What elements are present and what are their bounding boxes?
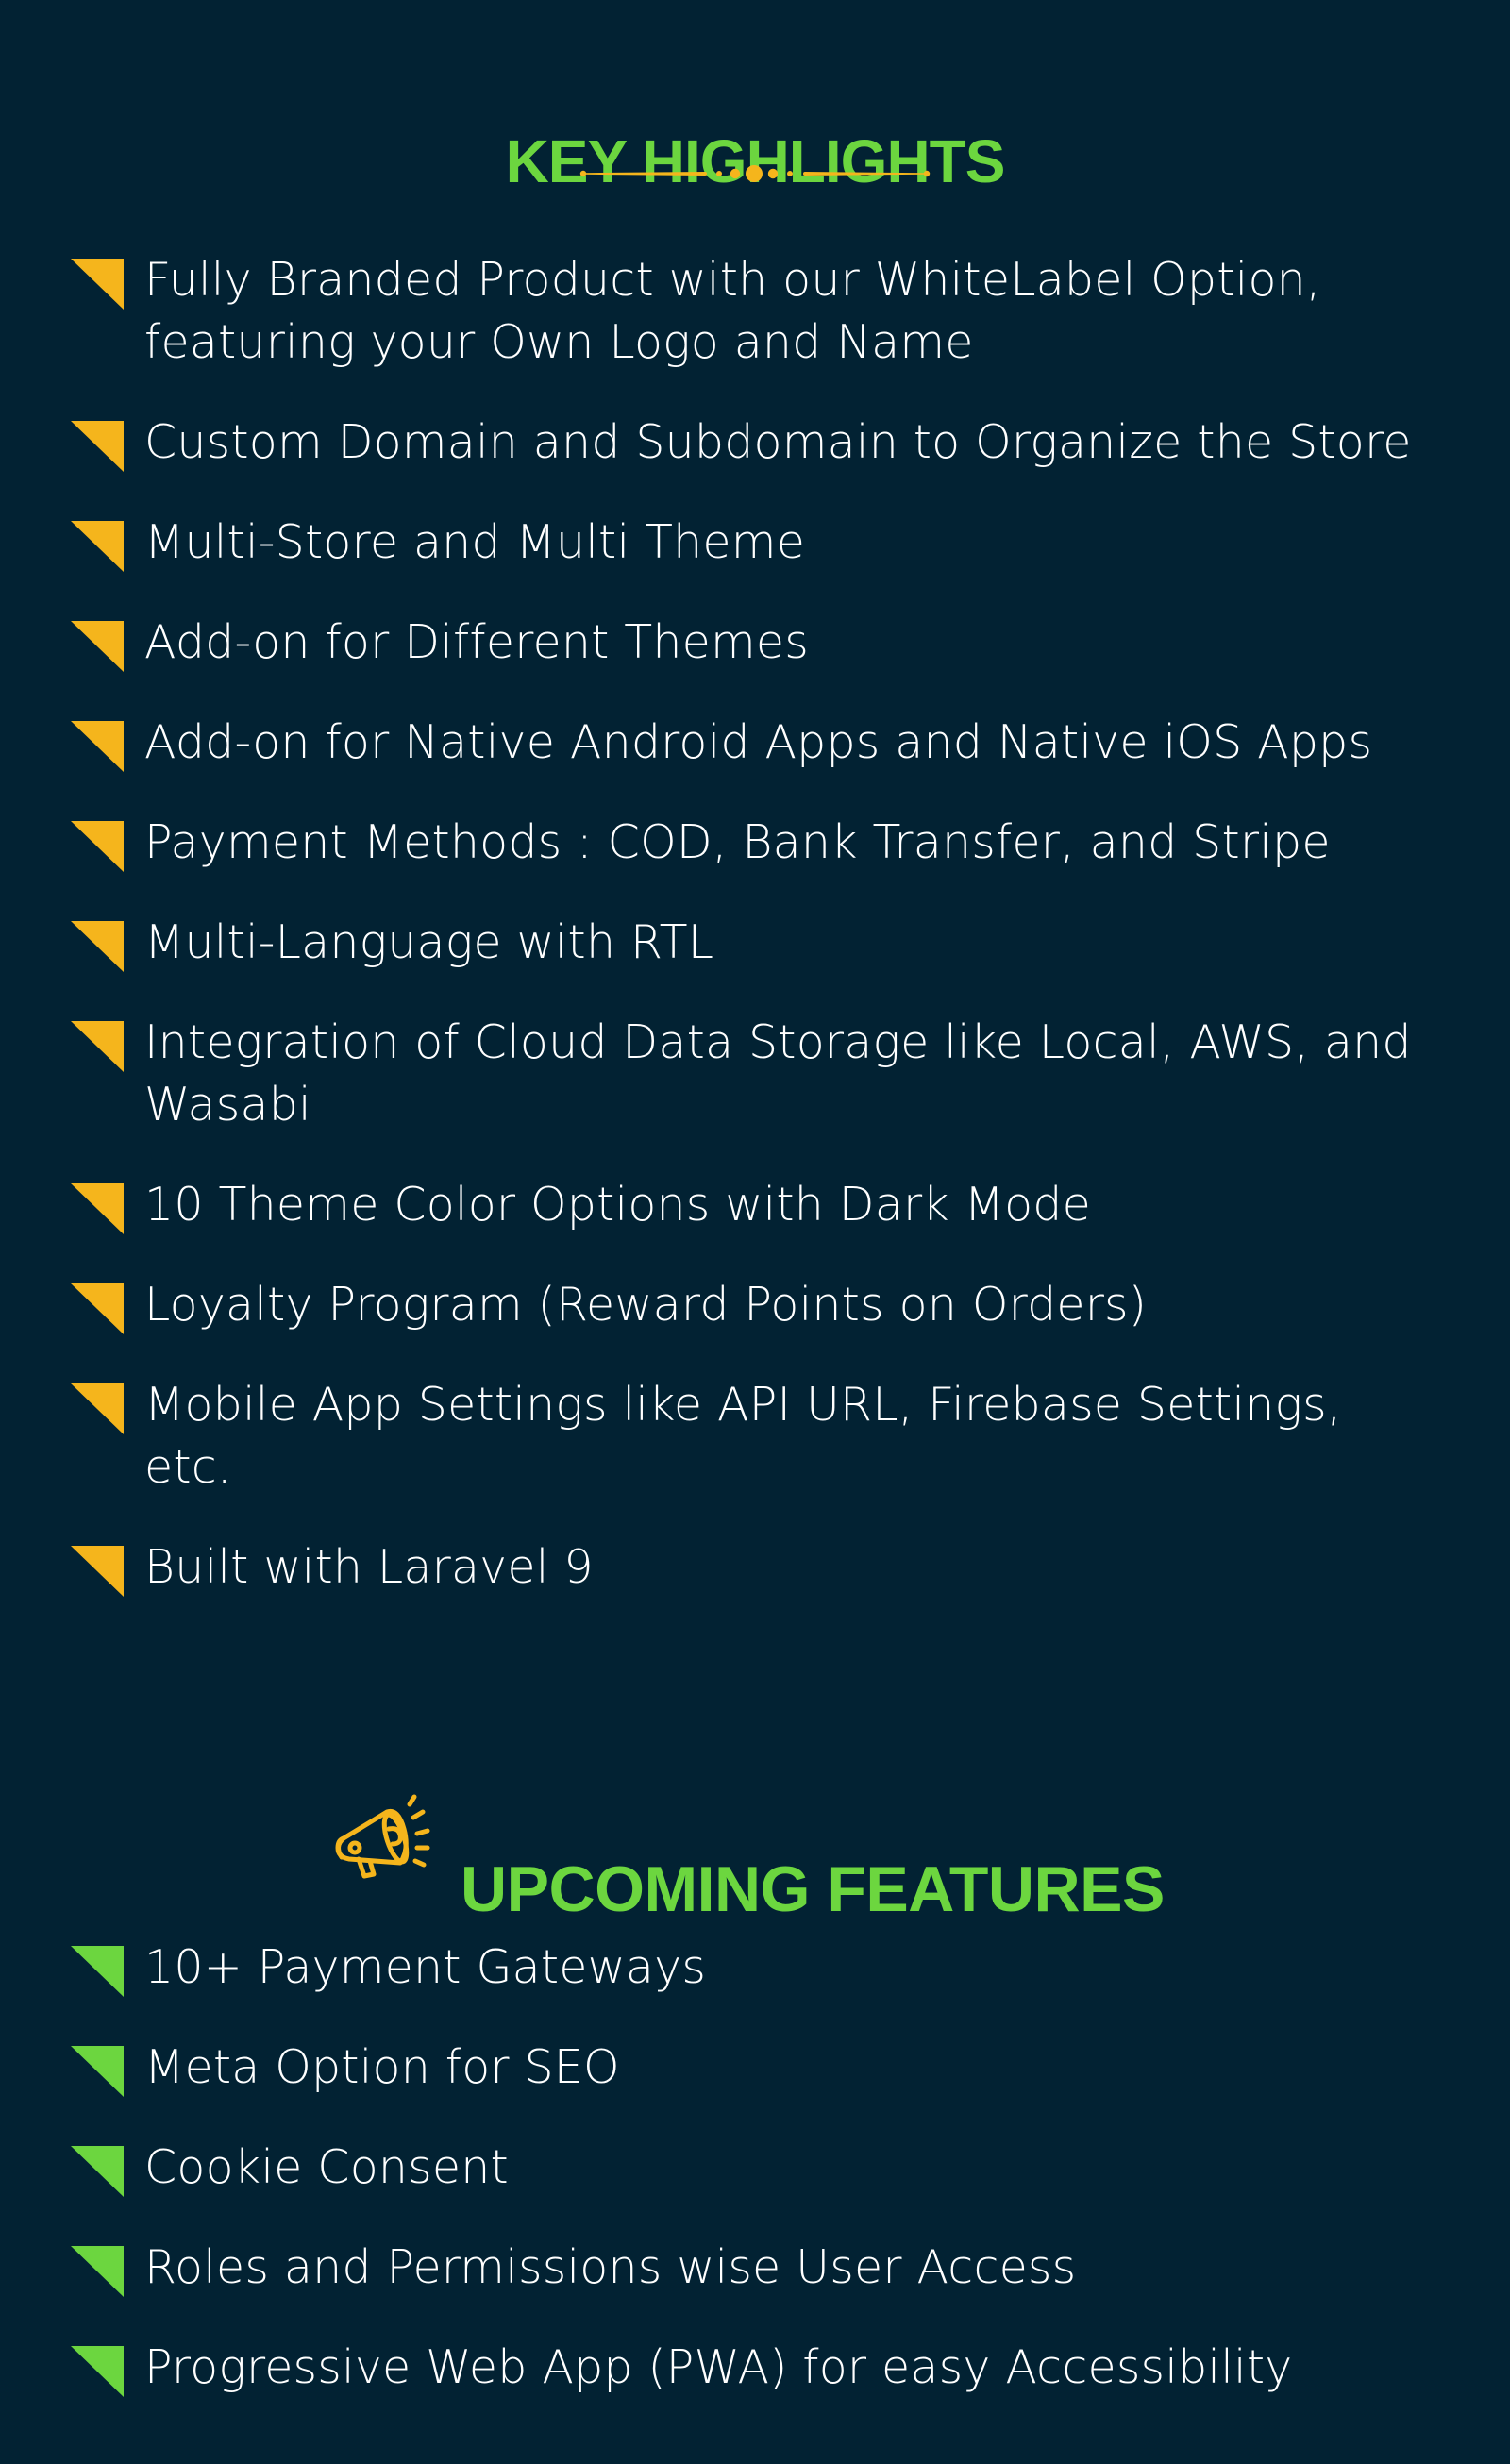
list-item: Mobile App Settings like API URL, Fireba… (0, 1374, 1510, 1499)
yellow-triangle-bullet-icon (71, 259, 124, 310)
list-item-text: Payment Methods : COD, Bank Transfer, an… (144, 815, 1331, 869)
list-item-text: Loyalty Program (Reward Points on Orders… (144, 1278, 1148, 1332)
yellow-triangle-bullet-icon (71, 421, 124, 472)
list-item-text: Progressive Web App (PWA) for easy Acces… (144, 2340, 1293, 2394)
list-item: Progressive Web App (PWA) for easy Acces… (0, 2337, 1510, 2399)
yellow-triangle-bullet-icon (71, 521, 124, 572)
list-item-text: Built with Laravel 9 (144, 1540, 594, 1594)
yellow-triangle-bullet-icon (71, 1183, 124, 1234)
upcoming-features-list: 10+ Payment Gateways Meta Option for SEO… (0, 1936, 1510, 2437)
list-item-text: Add-on for Different Themes (144, 615, 810, 669)
yellow-triangle-bullet-icon (71, 1283, 124, 1334)
upcoming-features-header: UPCOMING FEATURES (0, 1789, 1510, 1925)
ornamental-divider-icon (579, 165, 931, 182)
list-item: 10+ Payment Gateways (0, 1936, 1510, 1999)
yellow-triangle-bullet-icon (71, 1021, 124, 1072)
list-item: Add-on for Native Android Apps and Nativ… (0, 712, 1510, 774)
list-item: Add-on for Different Themes (0, 612, 1510, 674)
yellow-triangle-bullet-icon (71, 821, 124, 872)
green-triangle-bullet-icon (71, 2146, 124, 2197)
yellow-triangle-bullet-icon (71, 921, 124, 972)
list-item-text: Integration of Cloud Data Storage like L… (144, 1015, 1412, 1131)
yellow-triangle-bullet-icon (71, 721, 124, 772)
list-item: Fully Branded Product with our WhiteLabe… (0, 249, 1510, 374)
key-highlights-list: Fully Branded Product with our WhiteLabe… (0, 249, 1510, 1636)
green-triangle-bullet-icon (71, 1946, 124, 1997)
list-item-text: 10+ Payment Gateways (144, 1940, 707, 1994)
list-item: Payment Methods : COD, Bank Transfer, an… (0, 812, 1510, 874)
green-triangle-bullet-icon (71, 2346, 124, 2397)
list-item-text: Multi-Language with RTL (144, 915, 714, 969)
list-item-text: Fully Branded Product with our WhiteLabe… (144, 253, 1321, 369)
green-triangle-bullet-icon (71, 2246, 124, 2297)
upcoming-features-title: UPCOMING FEATURES (461, 1853, 1165, 1926)
yellow-triangle-bullet-icon (71, 1546, 124, 1597)
list-item-text: Add-on for Native Android Apps and Nativ… (144, 715, 1373, 769)
list-item-text: Roles and Permissions wise User Access (144, 2240, 1077, 2294)
megaphone-icon (335, 1794, 430, 1879)
list-item: Custom Domain and Subdomain to Organize … (0, 411, 1510, 474)
list-item-text: Cookie Consent (144, 2140, 509, 2194)
list-item-text: Custom Domain and Subdomain to Organize … (144, 415, 1412, 469)
green-triangle-bullet-icon (71, 2046, 124, 2097)
key-highlights-title: KEY HIGHLIGHTS (505, 126, 1006, 195)
list-item-text: Mobile App Settings like API URL, Fireba… (144, 1378, 1342, 1494)
list-item-text: 10 Theme Color Options with Dark Mode (144, 1178, 1091, 1232)
list-item: Cookie Consent (0, 2137, 1510, 2199)
list-item-text: Multi-Store and Multi Theme (144, 515, 806, 569)
yellow-triangle-bullet-icon (71, 1383, 124, 1434)
yellow-triangle-bullet-icon (71, 621, 124, 672)
list-item: Loyalty Program (Reward Points on Orders… (0, 1274, 1510, 1336)
list-item: Multi-Language with RTL (0, 912, 1510, 974)
list-item: 10 Theme Color Options with Dark Mode (0, 1174, 1510, 1236)
list-item-text: Meta Option for SEO (144, 2040, 620, 2094)
list-item: Integration of Cloud Data Storage like L… (0, 1012, 1510, 1136)
list-item: Multi-Store and Multi Theme (0, 511, 1510, 574)
list-item: Roles and Permissions wise User Access (0, 2237, 1510, 2299)
list-item: Meta Option for SEO (0, 2037, 1510, 2099)
list-item: Built with Laravel 9 (0, 1536, 1510, 1599)
